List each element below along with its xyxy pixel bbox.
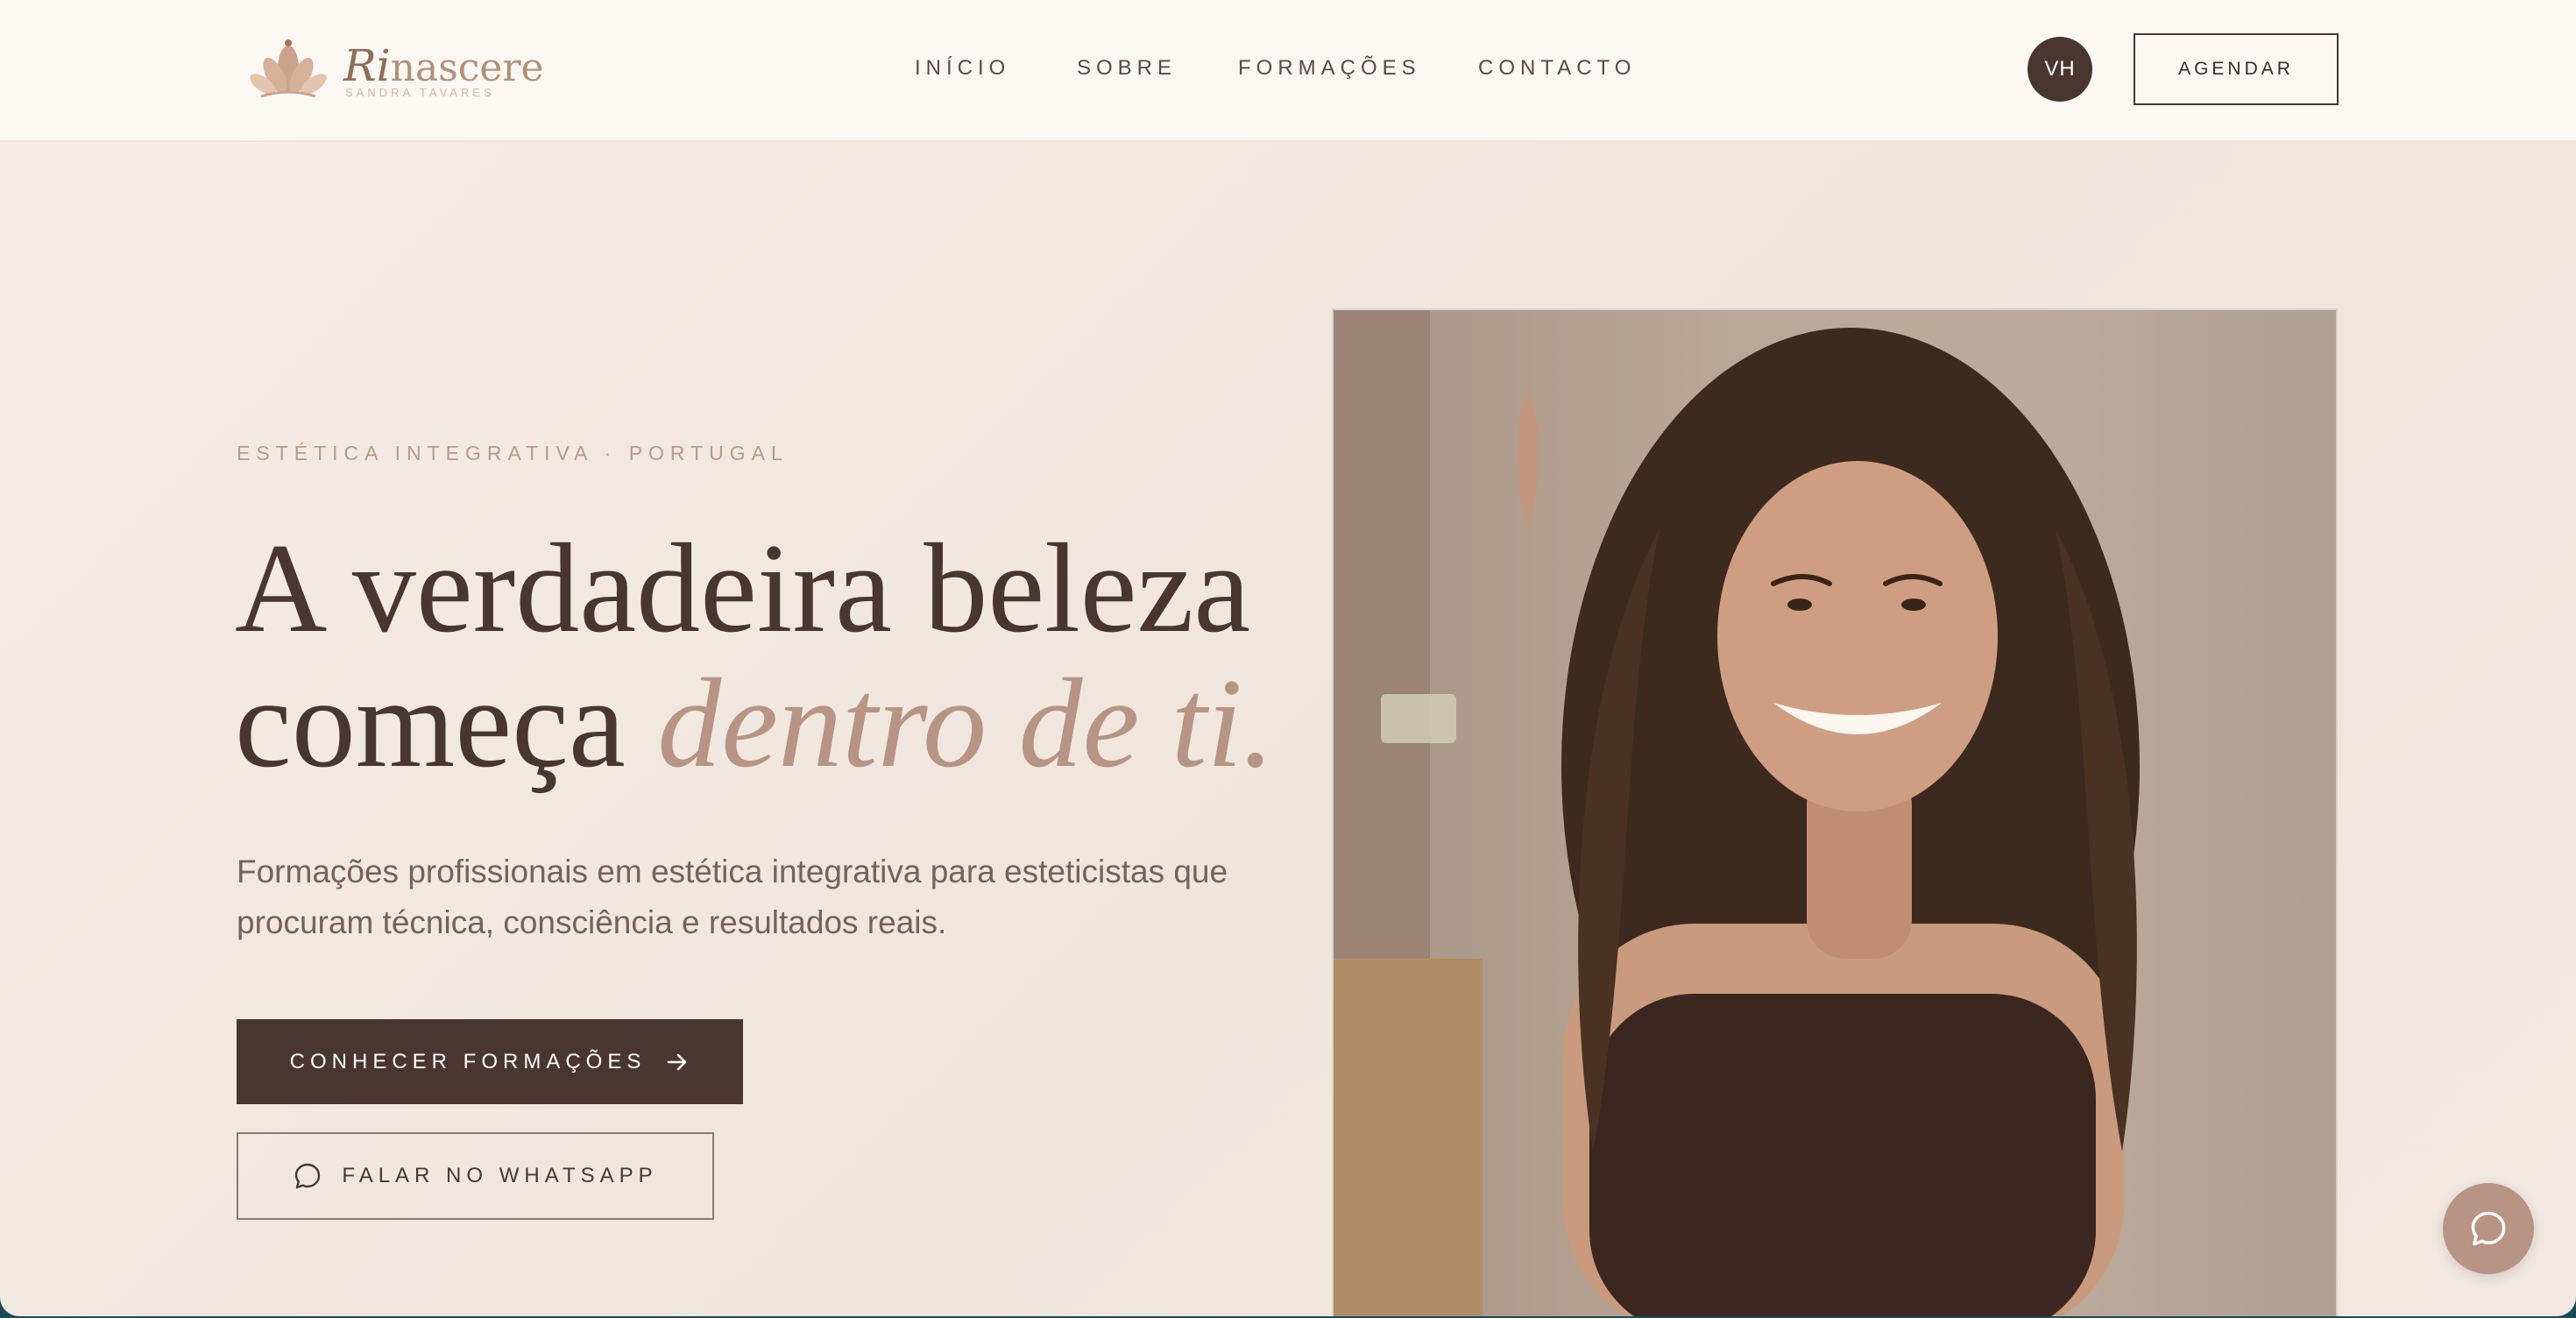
floating-chat-button[interactable] — [2443, 1183, 2534, 1274]
nav-item-contacto[interactable]: CONTACTO — [1478, 56, 1636, 81]
site-header: Rinascere SANDRA TAVARES INÍCIO SOBRE FO… — [0, 0, 2576, 142]
nav-item-sobre[interactable]: SOBRE — [1077, 56, 1177, 81]
lotus-icon — [250, 39, 327, 98]
hero-eyebrow: ESTÉTICA INTEGRATIVA · PORTUGAL — [237, 442, 789, 464]
user-avatar[interactable]: VH — [2028, 37, 2092, 102]
whatsapp-button[interactable]: FALAR NO WHATSAPP — [237, 1132, 714, 1220]
chat-bubble-icon — [2471, 1211, 2506, 1246]
hero-portrait-photo — [1332, 308, 2338, 1316]
logo-subtitle: SANDRA TAVARES — [345, 86, 495, 99]
chat-bubble-icon — [295, 1163, 321, 1189]
hero-lead: Formações profissionais em estética inte… — [237, 854, 1228, 940]
logo-wordmark: Rinascere — [343, 40, 544, 91]
whatsapp-button-label: FALAR NO WHATSAPP — [342, 1164, 658, 1187]
conhecer-formacoes-button[interactable]: CONHECER FORMAÇÕES — [237, 1019, 743, 1104]
arrow-right-icon — [668, 1053, 687, 1070]
hero-headline-line2: começa — [235, 652, 658, 794]
logo[interactable]: Rinascere SANDRA TAVARES — [249, 32, 544, 109]
browser-viewport: Rinascere SANDRA TAVARES INÍCIO SOBRE FO… — [0, 0, 2576, 1316]
logo-wordmark-suffix: nascere — [390, 46, 544, 90]
nav-item-inicio[interactable]: INÍCIO — [915, 56, 1010, 81]
hero-headline: A verdadeira beleza começa dentro de ti. — [235, 521, 1274, 790]
agendar-button[interactable]: AGENDAR — [2134, 33, 2339, 105]
nav-item-formacoes[interactable]: FORMAÇÕES — [1238, 56, 1421, 81]
conhecer-formacoes-label: CONHECER FORMAÇÕES — [289, 1049, 647, 1074]
portrait-illustration — [1334, 310, 2140, 1316]
hero-headline-line1: A verdadeira beleza — [235, 517, 1251, 659]
logo-wordmark-prefix: Ri — [343, 40, 391, 91]
hero-headline-accent: dentro de ti. — [657, 652, 1275, 794]
